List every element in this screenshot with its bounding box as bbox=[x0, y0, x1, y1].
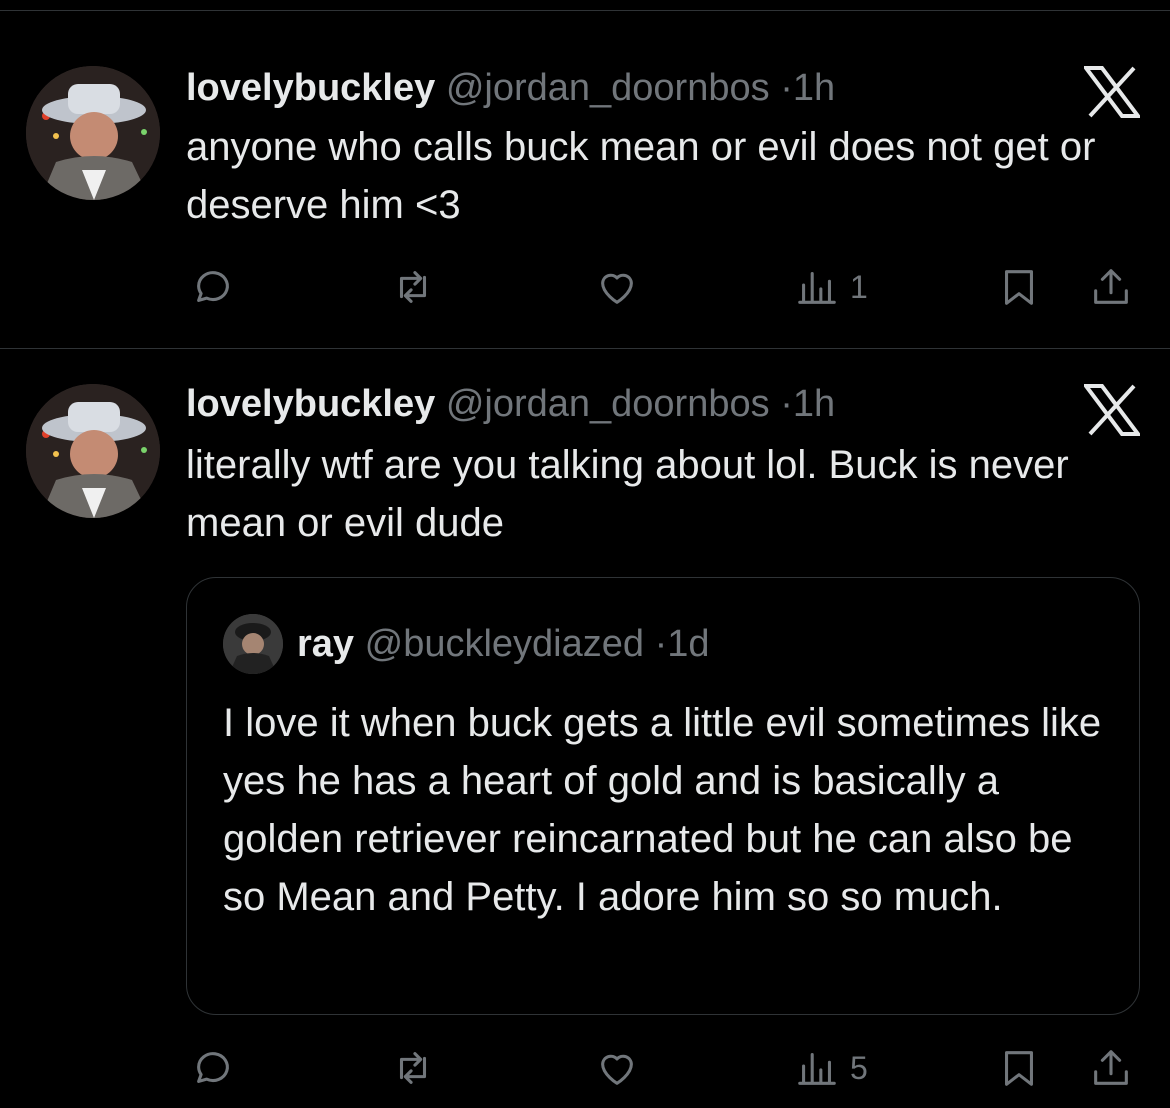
separator: · bbox=[780, 67, 793, 109]
user-avatar-icon[interactable] bbox=[26, 384, 160, 518]
tweet[interactable]: lovelybuckley @jordan_doornbos ·1h anyon… bbox=[0, 0, 1170, 348]
user-avatar-icon[interactable] bbox=[26, 66, 160, 200]
share-icon bbox=[1094, 269, 1128, 304]
bookmark-button[interactable] bbox=[996, 1043, 1042, 1093]
separator: · bbox=[780, 383, 793, 425]
share-icon bbox=[1094, 1050, 1128, 1085]
views-bars-icon bbox=[798, 1053, 836, 1085]
tweet-header: lovelybuckley @jordan_doornbos ·1h bbox=[186, 382, 835, 426]
tweet-actions: 1 bbox=[0, 262, 1170, 312]
heart-icon bbox=[601, 273, 633, 304]
quoted-user-handle[interactable]: @buckleydiazed bbox=[365, 623, 644, 665]
views-button[interactable]: 1 bbox=[794, 262, 868, 312]
like-button[interactable] bbox=[594, 1043, 640, 1093]
quoted-tweet-header: ray @buckleydiazed ·1d bbox=[297, 622, 710, 666]
tweet-text: literally wtf are you talking about lol.… bbox=[186, 443, 1069, 545]
retweet-button[interactable] bbox=[390, 262, 436, 312]
view-count: 1 bbox=[850, 268, 868, 305]
quoted-user-avatar-icon[interactable] bbox=[223, 614, 283, 674]
bookmark-icon bbox=[1005, 1051, 1033, 1086]
user-handle[interactable]: @jordan_doornbos bbox=[446, 67, 770, 109]
retweet-icon bbox=[399, 271, 427, 303]
tweet-actions: 5 bbox=[0, 1043, 1170, 1093]
views-bars-icon bbox=[798, 272, 836, 304]
comment-icon bbox=[197, 1052, 229, 1083]
quoted-tweet-text: I love it when buck gets a little evil s… bbox=[223, 701, 1102, 919]
share-button[interactable] bbox=[1088, 1043, 1134, 1093]
heart-icon bbox=[601, 1054, 633, 1085]
bookmark-button[interactable] bbox=[996, 262, 1042, 312]
like-button[interactable] bbox=[594, 262, 640, 312]
retweet-icon bbox=[399, 1052, 427, 1084]
x-logo-icon bbox=[1082, 66, 1142, 118]
tweet-text: anyone who calls buck mean or evil does … bbox=[186, 125, 1096, 227]
quoted-timestamp[interactable]: 1d bbox=[667, 623, 709, 665]
tweet-header: lovelybuckley @jordan_doornbos ·1h bbox=[186, 66, 835, 110]
timestamp[interactable]: 1h bbox=[793, 67, 835, 109]
view-count: 5 bbox=[850, 1049, 868, 1086]
share-button[interactable] bbox=[1088, 262, 1134, 312]
reply-button[interactable] bbox=[190, 262, 236, 312]
retweet-button[interactable] bbox=[390, 1043, 436, 1093]
quoted-tweet[interactable]: ray @buckleydiazed ·1d I love it when bu… bbox=[186, 577, 1140, 1015]
reply-button[interactable] bbox=[190, 1043, 236, 1093]
x-logo-icon bbox=[1082, 384, 1142, 436]
comment-icon bbox=[197, 271, 229, 302]
display-name[interactable]: lovelybuckley bbox=[186, 383, 435, 425]
separator: · bbox=[654, 623, 668, 665]
bookmark-icon bbox=[1005, 270, 1033, 305]
display-name[interactable]: lovelybuckley bbox=[186, 67, 435, 109]
timestamp[interactable]: 1h bbox=[793, 383, 835, 425]
quoted-display-name[interactable]: ray bbox=[297, 623, 354, 665]
views-button[interactable]: 5 bbox=[794, 1043, 868, 1093]
user-handle[interactable]: @jordan_doornbos bbox=[446, 383, 770, 425]
tweet[interactable]: lovelybuckley @jordan_doornbos ·1h liter… bbox=[0, 349, 1170, 1108]
